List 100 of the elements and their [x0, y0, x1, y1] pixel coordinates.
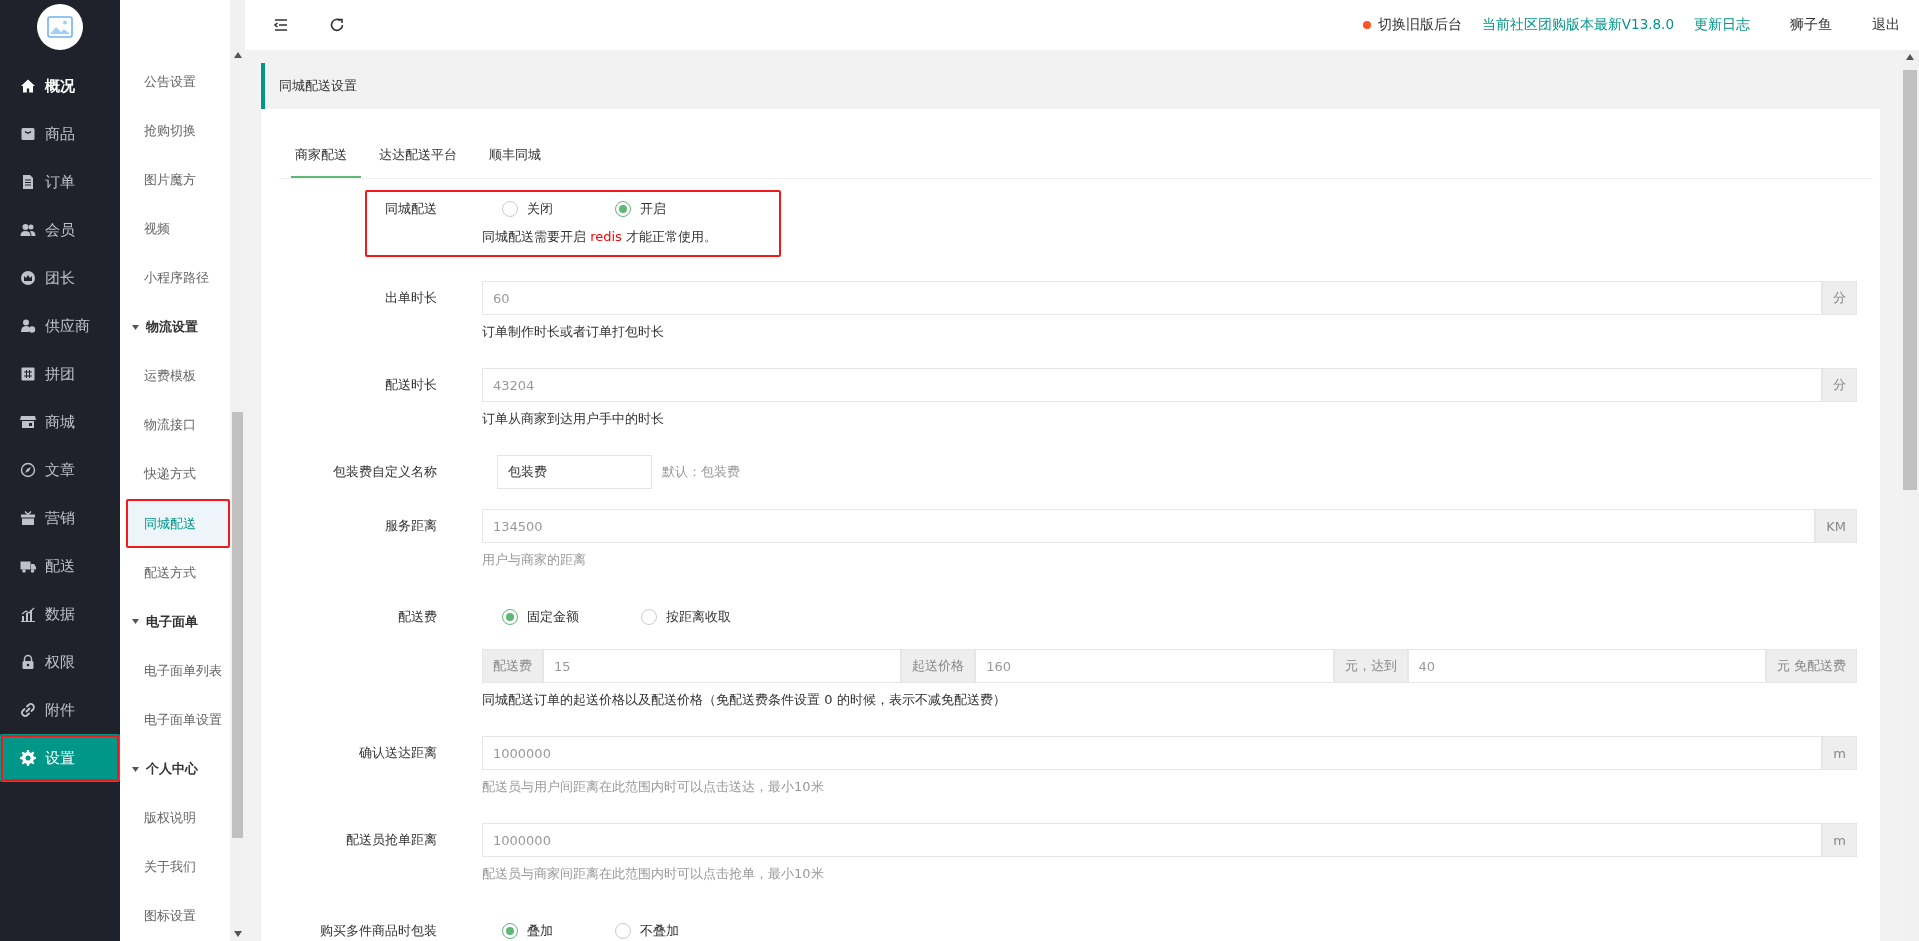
submenu-item[interactable]: 物流接口	[120, 400, 230, 450]
field-label: 配送费	[397, 608, 437, 626]
menu-group[interactable]: 个人中心	[120, 744, 230, 794]
submenu-item[interactable]: 电子面单列表	[120, 646, 230, 696]
field-addon: 配送费	[482, 649, 543, 683]
tab[interactable]: 商家配送	[291, 136, 361, 178]
nav-item[interactable]: 营销	[0, 494, 120, 542]
hint-text: 配送员与用户间距离在此范围内时可以点击送达，最小10米	[482, 778, 825, 796]
menu-icon[interactable]	[273, 17, 289, 33]
crown-icon	[20, 270, 36, 286]
scroll-down-icon[interactable]	[233, 931, 242, 937]
radio-option[interactable]: 关闭	[502, 200, 553, 218]
submenu-item[interactable]: 版权说明	[120, 793, 230, 843]
submenu-item[interactable]: 配送方式	[120, 548, 230, 598]
scrollbar[interactable]	[230, 0, 245, 941]
submenu-item[interactable]: 公告设置	[120, 57, 230, 107]
submenu-item[interactable]: 抢购切换	[120, 106, 230, 156]
nav-item[interactable]: 拼团	[0, 350, 120, 398]
field-addon: 起送价格	[901, 649, 976, 683]
input-field[interactable]: 包装费	[497, 455, 652, 489]
gear-icon	[20, 750, 36, 766]
default-hint: 默认：包装费	[662, 463, 740, 481]
nav-item[interactable]: 数据	[0, 590, 120, 638]
menu-group[interactable]: 物流设置	[120, 302, 230, 352]
nav-item[interactable]: 团长	[0, 254, 120, 302]
refresh-icon[interactable]	[329, 17, 345, 33]
grid-box-icon	[20, 366, 36, 382]
scroll-up-icon[interactable]	[233, 52, 242, 58]
caret-icon	[132, 619, 139, 625]
submenu-item[interactable]: 运费模板	[120, 351, 230, 401]
top-link[interactable]: 当前社区团购版本最新V13.8.0	[1481, 16, 1674, 34]
nav-item[interactable]: 供应商	[0, 302, 120, 350]
note-text: 同城配送需要开启 redis 才能正常使用。	[482, 228, 717, 246]
home-icon	[20, 78, 36, 94]
submenu-item[interactable]: 快递方式	[120, 449, 230, 499]
menu-group[interactable]: 电子面单	[120, 597, 230, 647]
radio-option[interactable]: 按距离收取	[641, 608, 731, 626]
tab[interactable]: 顺丰同城	[485, 136, 555, 178]
scroll-up-icon[interactable]	[1905, 54, 1914, 60]
image-icon	[47, 16, 73, 38]
unit-addon: m	[1822, 823, 1857, 857]
field-label: 配送时长	[384, 376, 437, 394]
nav-item[interactable]: 权限	[0, 638, 120, 686]
card-title: 同城配送设置	[261, 63, 1880, 109]
status-dot	[1362, 21, 1371, 29]
field-label: 出单时长	[384, 289, 437, 307]
field-label: 服务距离	[384, 517, 437, 535]
unit-addon: 分	[1822, 281, 1857, 315]
hint-text: 用户与商家的距离	[482, 551, 587, 569]
store-icon	[20, 414, 36, 430]
nav-item[interactable]: 会员	[0, 206, 120, 254]
nav-item[interactable]: 订单	[0, 158, 120, 206]
unit-addon: KM	[1815, 509, 1857, 543]
nav-item[interactable]: 附件	[0, 686, 120, 734]
person-badge-icon	[20, 318, 36, 334]
nav-item[interactable]: 商品	[0, 110, 120, 158]
nav-item[interactable]: 配送	[0, 542, 120, 590]
submenu-item[interactable]: 视频	[120, 204, 230, 254]
field-label: 确认送达距离	[358, 744, 437, 762]
logo-circle[interactable]	[37, 4, 83, 50]
radio-option[interactable]: 开启	[615, 200, 666, 218]
submenu-item[interactable]: 图片魔方	[120, 155, 230, 205]
radio-option[interactable]: 固定金额	[502, 608, 579, 626]
compass-icon	[20, 462, 36, 478]
radio-option[interactable]: 不叠加	[615, 922, 679, 940]
submenu-item[interactable]: 图标设置	[120, 891, 230, 941]
field-label: 同城配送	[384, 200, 437, 218]
gift-icon	[20, 510, 36, 526]
document-icon	[20, 174, 36, 190]
submenu-item[interactable]: 小程序路径	[120, 253, 230, 303]
top-link[interactable]: 退出	[1872, 16, 1900, 34]
field-addon: 元，达到	[1333, 649, 1408, 683]
nav-item[interactable]: 文章	[0, 446, 120, 494]
tab[interactable]: 达达配送平台	[375, 136, 471, 178]
field-label: 购买多件商品时包装	[319, 922, 437, 940]
top-link[interactable]: 狮子鱼	[1790, 16, 1832, 34]
unit-addon: 分	[1822, 368, 1857, 402]
bar-chart-icon	[20, 606, 36, 622]
nav-item[interactable]: 设置	[0, 734, 120, 782]
unit-addon: 元 免配送费	[1765, 649, 1857, 683]
submenu-item[interactable]: 关于我们	[120, 842, 230, 892]
lock-icon	[20, 654, 36, 670]
radio-option[interactable]: 叠加	[502, 922, 553, 940]
submenu-item[interactable]: 电子面单设置	[120, 695, 230, 745]
link-icon	[20, 702, 36, 718]
hint-text: 订单从商家到达用户手中的时长	[482, 410, 665, 428]
unit-addon: m	[1822, 736, 1857, 770]
top-link[interactable]: 切换旧版后台	[1377, 16, 1462, 34]
field-label: 配送员抢单距离	[345, 831, 437, 849]
field-label: 包装费自定义名称	[332, 463, 437, 481]
caret-icon	[132, 766, 139, 772]
hint-text: 配送员与商家间距离在此范围内时可以点击抢单，最小10米	[482, 865, 825, 883]
nav-item[interactable]: 商城	[0, 398, 120, 446]
nav-item[interactable]: 概况	[0, 62, 120, 110]
users-icon	[20, 222, 36, 238]
bag-icon	[20, 126, 36, 142]
top-link[interactable]: 更新日志	[1694, 16, 1750, 34]
hint-text: 订单制作时长或者订单打包时长	[482, 323, 665, 341]
hint-text: 同城配送订单的起送价格以及配送价格（免配送费条件设置 0 的时候，表示不减免配送费）	[482, 691, 1007, 709]
caret-icon	[132, 324, 139, 330]
